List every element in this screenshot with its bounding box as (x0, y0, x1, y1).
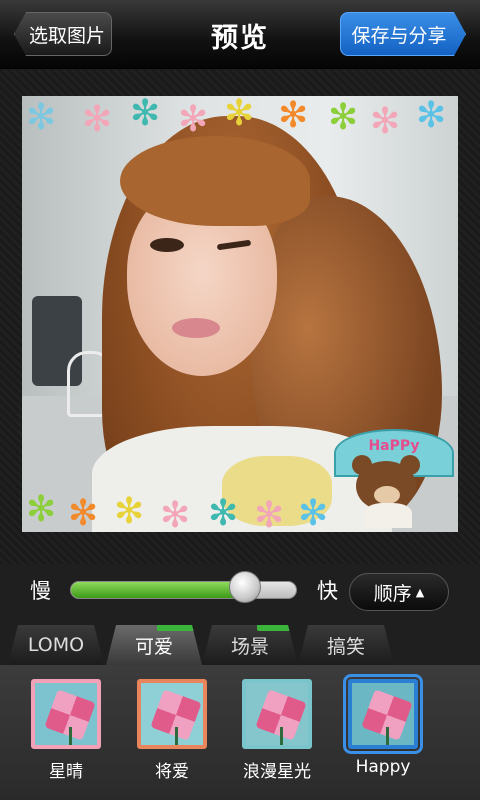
speed-slider-knob[interactable] (228, 571, 261, 603)
preview-stage: ✻ ✻ ✻ ✻ ✻ ✻ ✻ ✻ ✻ ✻ ✻ ✻ ✻ ✻ ✻ ✻ HaPPy (0, 69, 480, 564)
tab-scene[interactable]: 场景 NEW (202, 625, 298, 665)
photo-eye-left (150, 238, 184, 252)
slow-label: 慢 (30, 579, 51, 603)
flower-sticker-icon: ✻ (254, 495, 285, 533)
speed-slider-track[interactable] (70, 581, 297, 599)
flower-sticker-icon: ✻ (160, 495, 191, 533)
flower-sticker-icon: ✻ (416, 96, 447, 136)
tab-label: 可爱 (134, 635, 173, 658)
flower-sticker-icon: ✻ (208, 493, 239, 532)
flower-sticker-icon: ✻ (328, 97, 359, 138)
photo-bangs (120, 136, 310, 226)
thumbnail-item-selected[interactable]: Happy (343, 674, 423, 777)
tab-funny[interactable]: 搞笑 (298, 625, 394, 665)
flower-sticker-icon: ✻ (26, 489, 57, 530)
speed-control: 慢 快 顺序 ▲ (0, 565, 480, 617)
preview-photo[interactable]: ✻ ✻ ✻ ✻ ✻ ✻ ✻ ✻ ✻ ✻ ✻ ✻ ✻ ✻ ✻ ✻ HaPPy (22, 96, 458, 532)
flower-sticker-icon: ✻ (130, 96, 161, 134)
thumbnail-image (242, 679, 312, 749)
thumbnail-image (137, 679, 207, 749)
tab-label: LOMO (27, 634, 85, 656)
flower-sticker-icon: ✻ (224, 96, 255, 134)
top-bar: 选取图片 预览 保存与分享 (0, 0, 480, 69)
thumbnail-label: 浪漫星光 (243, 762, 311, 782)
thumbnail-label: 将爱 (155, 762, 189, 782)
frame-thumbnail-list: 星晴 将爱 浪漫星光 Happy (0, 665, 480, 800)
thumbnail-item[interactable]: 将爱 (132, 679, 212, 782)
flower-sticker-icon: ✻ (178, 99, 209, 140)
flower-sticker-icon: ✻ (68, 493, 99, 532)
order-label: 顺序 (373, 582, 412, 605)
flower-sticker-icon: ✻ (298, 493, 329, 532)
frame-category-tabs: LOMO 可爱 NEW 场景 NEW 搞笑 (0, 625, 480, 665)
tab-label: 场景 (230, 635, 269, 658)
flower-sticker-icon: ✻ (370, 101, 401, 142)
caret-up-icon: ▲ (415, 585, 425, 599)
speed-slider-fill (71, 582, 245, 598)
tab-lomo[interactable]: LOMO (8, 625, 104, 665)
thumbnail-image (343, 674, 423, 754)
thumbnail-item[interactable]: 星晴 (26, 679, 106, 782)
flower-sticker-icon: ✻ (26, 97, 57, 138)
order-dropdown-button[interactable]: 顺序 ▲ (349, 573, 449, 611)
tab-cute[interactable]: 可爱 NEW (106, 625, 202, 665)
thumbnail-label: 星晴 (49, 762, 83, 782)
fast-label: 快 (317, 579, 338, 603)
flower-sticker-icon: ✻ (278, 96, 309, 136)
flower-sticker-icon: ✻ (114, 491, 145, 532)
thumbnail-item[interactable]: 浪漫星光 (237, 679, 317, 782)
tab-label: 搞笑 (326, 635, 365, 658)
photo-lips (172, 318, 220, 338)
flower-sticker-icon: ✻ (82, 99, 113, 140)
thumbnail-image (31, 679, 101, 749)
bear-sticker-icon (344, 441, 434, 528)
thumbnail-label: Happy (355, 757, 411, 777)
save-share-button[interactable]: 保存与分享 (340, 12, 466, 56)
